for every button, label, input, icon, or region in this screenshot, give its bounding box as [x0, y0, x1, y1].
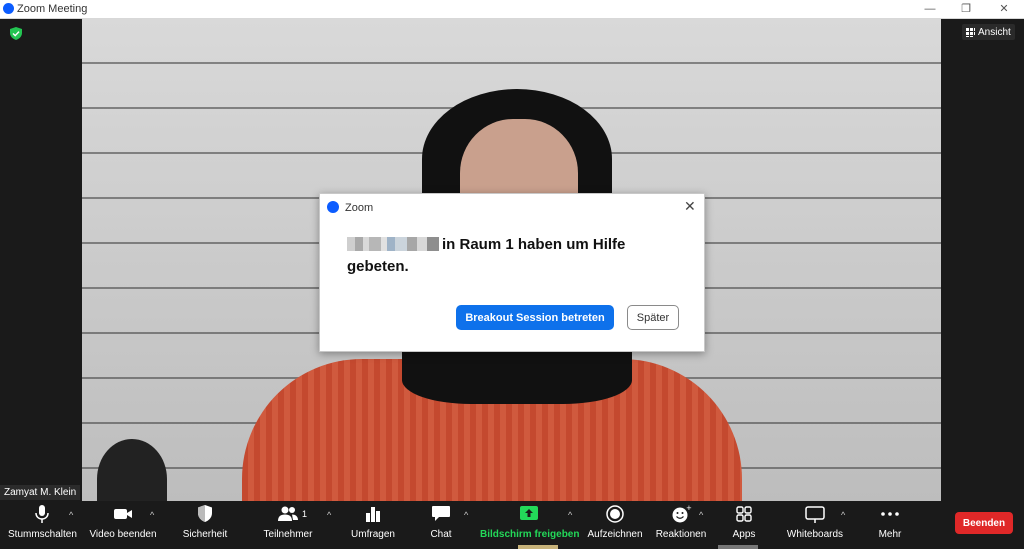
whiteboards-button[interactable]: Whiteboards: [786, 504, 844, 544]
whiteboard-icon: [805, 506, 825, 523]
participants-count: 1: [302, 509, 308, 519]
dialog-close-icon[interactable]: ✕: [684, 199, 696, 213]
mute-label: Stummschalten: [8, 529, 77, 540]
share-underline-bar: [518, 545, 558, 549]
security-button[interactable]: Sicherheit: [180, 504, 230, 544]
share-screen-icon: [520, 506, 538, 520]
apps-button[interactable]: Apps: [722, 504, 766, 544]
chair-shape: [97, 439, 167, 501]
later-button[interactable]: Später: [627, 305, 679, 330]
participants-icon: [278, 506, 298, 521]
chat-label: Chat: [430, 529, 452, 540]
record-label: Aufzeichnen: [587, 529, 643, 540]
chat-options-caret-icon[interactable]: ^: [464, 510, 468, 520]
share-options-caret-icon[interactable]: ^: [568, 510, 572, 520]
microphone-icon: [35, 505, 49, 523]
view-button-label: Ansicht: [978, 26, 1011, 38]
dialog-title: Zoom: [345, 202, 374, 214]
chat-bubble-icon: [432, 506, 450, 521]
window-titlebar: Zoom Meeting — ❐ ✕: [0, 0, 1024, 19]
participants-label: Teilnehmer: [263, 529, 313, 540]
record-icon: [606, 505, 624, 523]
security-label: Sicherheit: [182, 529, 228, 540]
restore-icon[interactable]: ❐: [948, 0, 984, 18]
whiteboards-label: Whiteboards: [786, 529, 844, 540]
chat-button[interactable]: Chat: [420, 504, 462, 544]
more-dots-icon: [881, 512, 899, 516]
help-request-dialog: Zoom ✕ in Raum 1 haben um Hilfe gebeten.…: [319, 193, 705, 352]
join-breakout-session-button[interactable]: Breakout Session betreten: [456, 305, 614, 330]
share-screen-label: Bildschirm freigeben: [480, 529, 580, 540]
reactions-label: Reaktionen: [655, 529, 707, 540]
apps-icon: [736, 506, 752, 522]
polls-chart-icon: [366, 507, 380, 522]
dialog-message-line1: in Raum 1 haben um Hilfe: [442, 236, 626, 253]
grid-view-icon: [966, 27, 975, 37]
security-shield-icon: [198, 505, 212, 522]
whiteboards-options-caret-icon[interactable]: ^: [841, 510, 845, 520]
more-button[interactable]: Mehr: [870, 504, 910, 544]
redacted-name: [347, 237, 439, 251]
view-button[interactable]: Ansicht: [962, 24, 1015, 40]
reactions-options-caret-icon[interactable]: ^: [699, 510, 703, 520]
apps-underline-bar: [718, 545, 758, 549]
end-meeting-button[interactable]: Beenden: [955, 512, 1013, 534]
participants-options-caret-icon[interactable]: ^: [327, 510, 331, 520]
zoom-logo-icon: [3, 3, 14, 14]
meeting-toolbar: Stummschalten ^ Video beenden ^ Sicherhe…: [0, 501, 1024, 549]
record-button[interactable]: Aufzeichnen: [586, 504, 644, 544]
dialog-message: in Raum 1 haben um Hilfe gebeten.: [347, 234, 667, 278]
reactions-smiley-icon: +: [672, 504, 692, 523]
polls-button[interactable]: Umfragen: [348, 504, 398, 544]
video-camera-icon: [114, 509, 132, 519]
mute-options-caret-icon[interactable]: ^: [69, 510, 73, 520]
video-options-caret-icon[interactable]: ^: [150, 510, 154, 520]
polls-label: Umfragen: [351, 529, 395, 540]
stop-video-label: Video beenden: [89, 529, 157, 540]
dialog-message-line2: gebeten.: [347, 258, 409, 275]
participant-name-label: Zamyat M. Klein: [0, 485, 81, 500]
more-label: Mehr: [878, 529, 902, 540]
encryption-shield-icon[interactable]: [10, 27, 22, 40]
mute-button[interactable]: Stummschalten: [8, 504, 77, 544]
apps-label: Apps: [732, 529, 756, 540]
svg-text:+: +: [686, 504, 692, 512]
minimize-icon[interactable]: —: [912, 0, 948, 18]
share-screen-button[interactable]: Bildschirm freigeben: [480, 504, 580, 544]
stop-video-button[interactable]: Video beenden: [88, 504, 158, 544]
zoom-logo-icon: [327, 201, 339, 213]
close-window-icon[interactable]: ✕: [986, 0, 1022, 18]
window-title: Zoom Meeting: [17, 3, 88, 15]
